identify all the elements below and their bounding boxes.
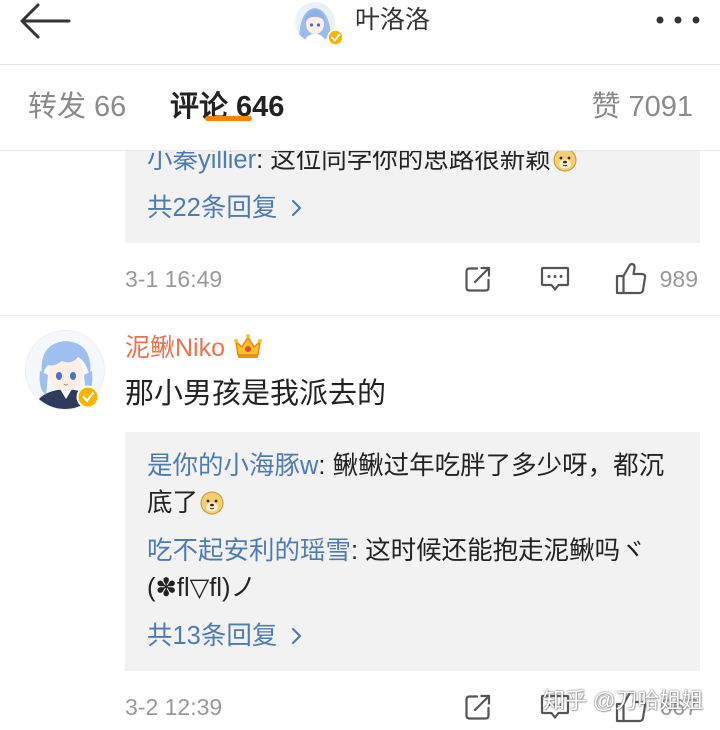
back-arrow-icon xyxy=(20,3,71,39)
like-icon xyxy=(615,262,647,295)
repost-button[interactable] xyxy=(464,265,492,293)
comment-author-line: 泥鳅Niko xyxy=(125,333,700,363)
repost-icon xyxy=(465,694,491,720)
vip-crown-icon xyxy=(233,333,263,360)
reply-box[interactable]: 是你的小海豚w: 鳅鳅过年吃胖了多少呀，都沉底了 吃不起安利的瑶雪: 这时候还能… xyxy=(125,432,700,671)
verified-badge-icon xyxy=(327,29,344,46)
reply-author[interactable]: 是你的小海豚w xyxy=(147,452,318,480)
zhihu-watermark: 知乎 @刀哈姐姐 xyxy=(543,688,704,713)
weibo-comment-screen: 叶洛洛 转发 66 评论 646 赞 7091 小秦yillier: 这位同学你… xyxy=(0,0,720,730)
tab-bar: 转发 66 评论 646 赞 7091 xyxy=(0,65,720,151)
chevron-right-icon xyxy=(291,199,302,217)
more-replies-label: 共13条回复 xyxy=(147,622,278,650)
active-tab-indicator xyxy=(205,116,252,121)
header-username[interactable]: 叶洛洛 xyxy=(355,5,430,35)
reply-button[interactable] xyxy=(540,266,570,292)
more-dots-icon xyxy=(656,16,700,24)
more-replies-link[interactable]: 共13条回复 xyxy=(147,618,678,655)
doge-emoji-icon xyxy=(200,491,224,515)
more-replies-link[interactable]: 共22条回复 xyxy=(147,190,678,227)
header-user[interactable]: 叶洛洛 xyxy=(293,0,463,50)
doge-emoji-icon xyxy=(553,151,577,172)
comment-text: 那小男孩是我派去的 xyxy=(125,378,387,410)
back-button[interactable] xyxy=(18,2,72,40)
tab-like[interactable]: 赞 7091 xyxy=(591,89,693,125)
tab-repost-label: 转发 xyxy=(28,91,87,123)
more-button[interactable] xyxy=(654,11,702,29)
repost-icon xyxy=(465,266,491,292)
comment-icon xyxy=(540,266,570,291)
comment-list[interactable]: 小秦yillier: 这位同学你的思路很新颖 共22条回复 3-1 16:49 xyxy=(0,151,720,730)
top-bar: 叶洛洛 xyxy=(0,0,720,65)
reply-author[interactable]: 小秦yillier xyxy=(147,151,256,174)
comment-time: 3-2 12:39 xyxy=(125,694,223,720)
comment-actions: 3-1 16:49 989 xyxy=(125,243,700,315)
reply: 吃不起安利的瑶雪: 这时候还能抱走泥鳅吗ヾ(✽ﬂ▽ﬂ)ノ xyxy=(147,533,678,607)
comment-time: 3-1 16:49 xyxy=(125,266,223,292)
more-replies-label: 共22条回复 xyxy=(147,194,278,222)
comment-list-content: 小秦yillier: 这位同学你的思路很新颖 共22条回复 3-1 16:49 xyxy=(0,151,720,730)
reply: 小秦yillier: 这位同学你的思路很新颖 xyxy=(147,151,678,179)
like-count: 989 xyxy=(659,266,698,292)
reply-author[interactable]: 吃不起安利的瑶雪 xyxy=(147,537,351,565)
tab-repost[interactable]: 转发 66 xyxy=(28,89,126,125)
chevron-right-icon xyxy=(291,627,302,645)
tab-like-count: 7091 xyxy=(628,91,693,123)
comment-author[interactable]: 泥鳅Niko xyxy=(125,334,225,362)
comment-item: 小秦yillier: 这位同学你的思路很新颖 共22条回复 3-1 16:49 xyxy=(0,151,720,315)
like-button[interactable] xyxy=(615,262,647,295)
verified-badge-icon xyxy=(76,385,100,409)
reply-box[interactable]: 小秦yillier: 这位同学你的思路很新颖 共22条回复 xyxy=(125,151,700,243)
tab-like-label: 赞 xyxy=(591,91,621,123)
reply: 是你的小海豚w: 鳅鳅过年吃胖了多少呀，都沉底了 xyxy=(147,448,678,522)
tab-repost-count: 66 xyxy=(94,91,127,123)
repost-button[interactable] xyxy=(464,693,492,721)
comment-item: 泥鳅Niko 那小男孩是我派去的 是你的小海豚w: 鳅鳅过年吃胖了多少呀，都沉底… xyxy=(0,315,720,730)
reply-text: : 这位同学你的思路很新颖 xyxy=(256,151,551,174)
